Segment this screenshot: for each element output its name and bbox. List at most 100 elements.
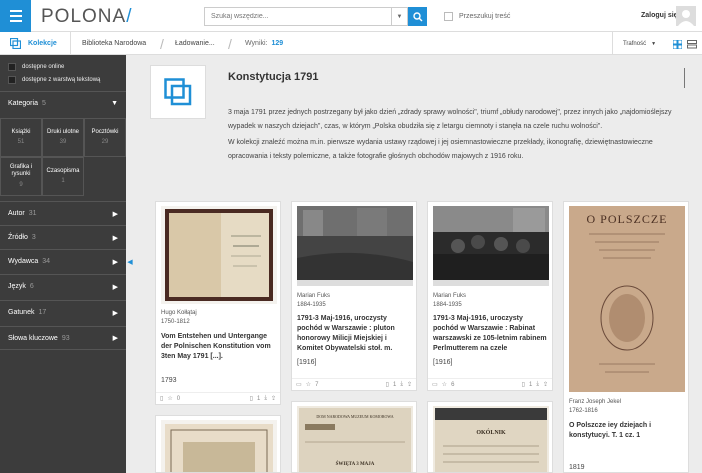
result-card[interactable]: OKÓLNIK	[427, 401, 553, 473]
section-count: 17	[38, 309, 47, 316]
sort-label: Trafność	[622, 40, 647, 47]
download-icon[interactable]: ⤓	[400, 381, 403, 388]
breadcrumb-library[interactable]: Biblioteka Narodowa	[82, 32, 146, 55]
sort-dropdown[interactable]: Trafność ▼	[612, 32, 666, 55]
result-card[interactable]: DOM NARODOWA MUZEUM KOMOROWA ŚWIĘTA 3 MA…	[291, 401, 417, 473]
sub-bar: Kolekcje Biblioteka Narodowa / Ładowanie…	[0, 32, 702, 55]
result-card[interactable]: Marian Fuks 1884-1935 1791-3 Maj-1916, ur…	[427, 201, 553, 391]
result-card[interactable]: O POLSZCZE Franz Joseph Jekel 1762-1816 O…	[563, 201, 689, 473]
page-count: 1	[392, 381, 397, 388]
star-icon[interactable]: ☆	[306, 381, 311, 388]
login-link[interactable]: Zaloguj się	[641, 12, 678, 19]
menu-icon[interactable]	[0, 0, 31, 32]
book-thumbnail	[161, 206, 277, 304]
category-books[interactable]: Książki 51	[0, 118, 42, 157]
author-dates: 1884-1935	[433, 302, 462, 308]
collection-icon	[10, 38, 21, 49]
star-count: 6	[451, 381, 455, 388]
result-card[interactable]: Marian Fuks 1884-1935 1791-3 Maj-1916, ur…	[291, 201, 417, 391]
fulltext-label: Przeszukuj treść	[459, 13, 511, 20]
chevron-down-icon[interactable]: ▼	[391, 8, 407, 25]
list-view-icon[interactable]	[687, 40, 697, 49]
breadcrumb-separator: /	[228, 35, 232, 52]
collections-tab[interactable]: Kolekcje	[0, 32, 71, 55]
collection-large-icon	[164, 78, 192, 106]
person-icon	[678, 10, 694, 26]
pages-icon: ▯	[385, 382, 389, 388]
filter-text-layer[interactable]: dostępne z warstwą tekstową	[0, 73, 126, 86]
card-year: 1793	[161, 377, 177, 384]
divider	[684, 68, 685, 88]
checkbox-box[interactable]	[8, 62, 16, 71]
result-card[interactable]: Hugo Kołłątaj 1750-1812 Vom Entstehen und…	[155, 201, 281, 405]
star-count: 7	[315, 381, 319, 388]
card-title[interactable]: Vom Entstehen und Untergange der Polnisc…	[161, 332, 277, 362]
category-label: Druki ulotne	[46, 128, 79, 135]
author-name: Marian Fuks	[433, 293, 467, 299]
language-section[interactable]: Język 6 ▶	[0, 274, 126, 298]
filter-online[interactable]: dostępne online	[0, 60, 126, 73]
breadcrumb-separator: /	[160, 35, 164, 52]
publisher-section[interactable]: Wydawca 34 ▶	[0, 249, 126, 273]
section-count: 93	[61, 334, 70, 342]
search-input[interactable]	[205, 8, 390, 25]
result-card[interactable]	[155, 415, 281, 473]
card-footer: ▯ ☆ 0 ▯ 1 ⤓ ⇪	[156, 392, 280, 404]
category-graphics[interactable]: Grafika i rysunki 9	[0, 157, 42, 196]
section-count: 34	[42, 258, 51, 265]
page-count: 1	[528, 381, 533, 388]
card-title[interactable]: O Polszcze iey dziejach i konstytucyi. T…	[569, 421, 685, 441]
description-paragraph: W kolekcji znaleźć można m.in. pierwsze …	[228, 139, 653, 160]
logo[interactable]: POLONA/	[41, 6, 132, 28]
section-count: 31	[28, 210, 37, 217]
fulltext-search-checkbox[interactable]: Przeszukuj treść	[444, 12, 510, 21]
card-title[interactable]: 1791-3 Maj-1916, uroczysty pochód w Wars…	[433, 314, 549, 354]
section-count: 6	[29, 283, 34, 290]
checkbox-box[interactable]	[444, 12, 453, 21]
star-icon[interactable]: ☆	[167, 395, 172, 402]
checkbox-box[interactable]	[8, 75, 16, 84]
download-icon[interactable]: ⤓	[536, 381, 539, 388]
breadcrumb-loading[interactable]: Ładowanie...	[175, 32, 215, 55]
section-count: 5	[41, 100, 46, 107]
author-dates: 1762-1816	[569, 408, 598, 414]
graphic-thumbnail	[161, 420, 277, 472]
star-count: 0	[176, 395, 181, 402]
category-section[interactable]: Kategoria 5 ▼	[0, 91, 126, 115]
thumb-headline-text: ŚWIĘTA 3 MAJA	[335, 462, 375, 467]
circular-image	[435, 408, 547, 472]
collapse-sidebar-icon[interactable]: ◀	[126, 255, 134, 269]
section-label: Język	[8, 283, 26, 290]
keywords-section[interactable]: Słowa kluczowe 93 ▶	[0, 326, 126, 350]
category-count: 39	[59, 139, 67, 145]
chevron-right-icon: ▶	[112, 309, 118, 317]
card-title[interactable]: 1791-3 Maj-1916, uroczysty pochód w Wars…	[297, 314, 413, 354]
engraving-image	[165, 424, 273, 472]
description-paragraph: 3 maja 1791 przez jednych postrzegany by…	[228, 109, 672, 130]
share-icon[interactable]: ⇪	[407, 381, 412, 388]
page-count: 1	[256, 395, 261, 402]
author-section[interactable]: Autor 31 ▶	[0, 201, 126, 225]
category-count: 1	[61, 178, 65, 184]
search-button[interactable]	[408, 7, 427, 26]
logo-slash: /	[126, 6, 133, 27]
share-icon[interactable]: ⇪	[543, 381, 548, 388]
genre-section[interactable]: Gatunek 17 ▶	[0, 300, 126, 324]
user-avatar-icon[interactable]	[676, 6, 696, 26]
share-icon[interactable]: ⇪	[271, 395, 276, 402]
author-dates: 1750-1812	[161, 319, 190, 325]
category-periodicals[interactable]: Czasopisma 1	[42, 157, 84, 196]
category-postcards[interactable]: Pocztówki 29	[84, 118, 126, 157]
download-icon[interactable]: ⤓	[264, 395, 267, 402]
category-label: Książki	[11, 128, 31, 135]
results-count: Wyniki: 129	[245, 32, 283, 55]
section-count: 3	[31, 234, 36, 241]
star-icon[interactable]: ☆	[442, 381, 447, 388]
chevron-right-icon: ▶	[112, 210, 118, 218]
card-year: 1819	[569, 464, 585, 471]
category-leaflets[interactable]: Druki ulotne 39	[42, 118, 84, 157]
collection-description: 3 maja 1791 przez jednych postrzegany by…	[228, 106, 688, 163]
source-section[interactable]: Źródło 3 ▶	[0, 225, 126, 249]
chevron-right-icon: ▶	[112, 258, 118, 266]
grid-view-icon[interactable]	[673, 40, 682, 49]
